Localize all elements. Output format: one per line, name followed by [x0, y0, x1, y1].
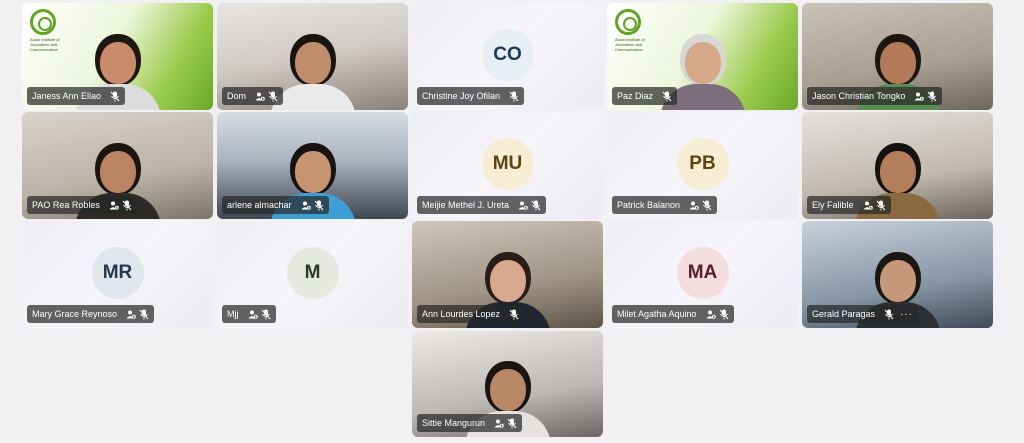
participant-nameplate: Mjj [222, 305, 276, 323]
org-logo-icon [615, 9, 641, 35]
participant-name: Janess Ann Ellao [32, 91, 102, 101]
mic-muted-icon [509, 308, 519, 320]
participant-nameplate: Paz Diaz [612, 87, 678, 105]
participant-name: Christine Joy Ofilan [422, 91, 501, 101]
participant-name: Paz Diaz [617, 91, 654, 101]
mic-muted-icon [314, 199, 324, 211]
participant-avatar: MR [91, 247, 144, 299]
mic-muted-icon [662, 90, 672, 102]
participant-tile[interactable]: Ann Lourdes Lopez [412, 221, 603, 328]
people-icon [109, 199, 119, 211]
participant-avatar: PB [676, 138, 729, 190]
participant-tile[interactable]: M Mjj [217, 221, 408, 328]
participant-tile[interactable]: CO Christine Joy Ofilan [412, 3, 603, 110]
participant-nameplate: Janess Ann Ellao [27, 87, 126, 105]
mic-muted-icon [884, 308, 894, 320]
participant-nameplate: Jason Christian Tongko [807, 87, 943, 105]
participant-name: Mjj [227, 309, 239, 319]
people-icon [301, 199, 311, 211]
mic-muted-icon [927, 90, 937, 102]
people-icon [248, 308, 258, 320]
participant-tile[interactable]: Sittie Mangurun [412, 331, 603, 437]
participant-nameplate: Patrick Balanon [612, 196, 718, 214]
participant-tile[interactable]: MU Meijie Methel J. Ureta [412, 112, 603, 219]
participant-tile[interactable]: PB Patrick Balanon [607, 112, 798, 219]
mic-muted-icon [509, 90, 519, 102]
participant-name: Sittie Mangurun [422, 418, 486, 428]
org-logo-text: Asian Institute of Journalism and Commun… [30, 37, 60, 52]
participant-name: Jason Christian Tongko [812, 91, 906, 101]
mic-muted-icon [268, 90, 278, 102]
people-icon [255, 90, 265, 102]
participant-avatar: CO [481, 29, 534, 81]
participant-tile[interactable]: MR Mary Grace Reynoso [22, 221, 213, 328]
org-logo-icon [30, 9, 56, 35]
participant-name: Ely Falible [812, 200, 854, 210]
mic-muted-icon [507, 417, 517, 429]
mic-muted-icon [531, 199, 541, 211]
participant-name: Meijie Methel J. Ureta [422, 200, 510, 210]
participant-avatar: M [286, 247, 339, 299]
mic-muted-icon [876, 199, 886, 211]
participant-avatar: MA [676, 247, 729, 299]
participant-tile[interactable]: MA Milet Agatha Aquino [607, 221, 798, 328]
people-icon [494, 417, 504, 429]
people-icon [518, 199, 528, 211]
participant-nameplate: Gerald Paragas ··· [807, 305, 919, 323]
participant-name: Mary Grace Reynoso [32, 309, 118, 319]
people-icon [863, 199, 873, 211]
mic-muted-icon [110, 90, 120, 102]
mic-muted-icon [702, 199, 712, 211]
participant-nameplate: Sittie Mangurun [417, 414, 523, 432]
mic-muted-icon [139, 308, 149, 320]
participant-name: Patrick Balanon [617, 200, 681, 210]
participant-name: arlene almachar [227, 200, 292, 210]
participant-tile[interactable]: PAO Rea Robles [22, 112, 213, 219]
participant-name: Milet Agatha Aquino [617, 309, 697, 319]
participant-nameplate: Milet Agatha Aquino [612, 305, 734, 323]
people-icon [914, 90, 925, 102]
participant-avatar: MU [481, 138, 534, 190]
people-icon [689, 199, 699, 211]
mic-muted-icon [719, 308, 729, 320]
participant-tile[interactable]: Asian Institute of Journalism and Commun… [607, 3, 798, 110]
people-icon [706, 308, 716, 320]
participant-name: Dom [227, 91, 247, 101]
participant-nameplate: Ely Falible [807, 196, 891, 214]
mic-muted-icon [261, 308, 271, 320]
participant-nameplate: Meijie Methel J. Ureta [417, 196, 547, 214]
participant-name: Ann Lourdes Lopez [422, 309, 501, 319]
participant-tile[interactable]: Ely Falible [802, 112, 993, 219]
participant-tile[interactable]: Dom [217, 3, 408, 110]
org-logo-text: Asian Institute of Journalism and Commun… [615, 37, 645, 52]
people-icon [126, 308, 136, 320]
participant-tile[interactable]: Asian Institute of Journalism and Commun… [22, 3, 213, 110]
participant-nameplate: Mary Grace Reynoso [27, 305, 155, 323]
participant-name: PAO Rea Robles [32, 200, 100, 210]
mic-muted-icon [122, 199, 132, 211]
participant-nameplate: Christine Joy Ofilan [417, 87, 525, 105]
participant-nameplate: arlene almachar [222, 196, 329, 214]
participant-nameplate: Ann Lourdes Lopez [417, 305, 525, 323]
participant-nameplate: Dom [222, 87, 284, 105]
participant-tile[interactable]: arlene almachar [217, 112, 408, 219]
participant-tile[interactable]: Gerald Paragas ··· [802, 221, 993, 328]
participant-nameplate: PAO Rea Robles [27, 196, 137, 214]
more-icon[interactable]: ··· [900, 309, 913, 320]
participant-name: Gerald Paragas [812, 309, 876, 319]
participant-tile[interactable]: Jason Christian Tongko [802, 3, 993, 110]
